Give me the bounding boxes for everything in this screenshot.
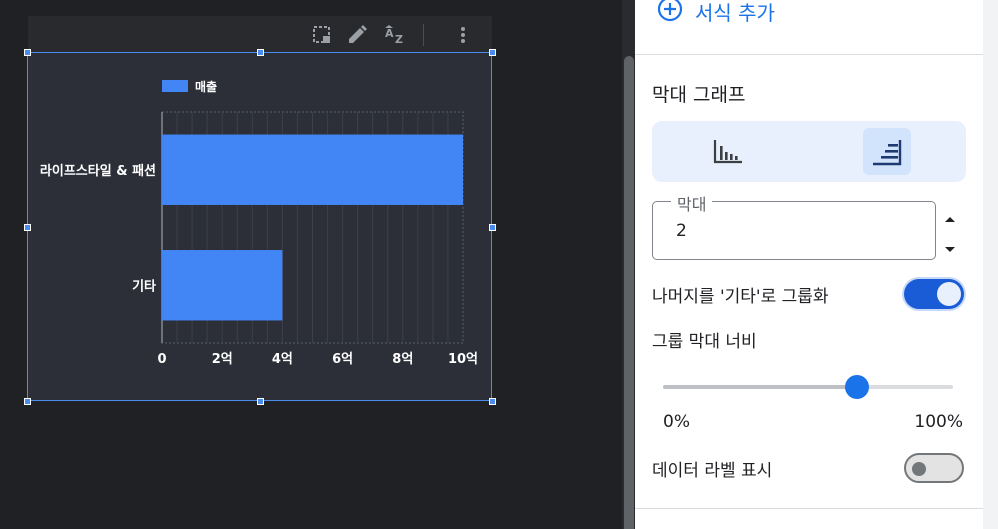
- increment-arrow-icon[interactable]: [943, 209, 957, 222]
- legend-label: 매출: [195, 79, 217, 94]
- section-divider: [635, 54, 983, 55]
- x-tick-label: 8억: [392, 352, 413, 367]
- bar: [162, 250, 283, 321]
- resize-handle-top-right[interactable]: [489, 49, 496, 56]
- bar-chart: 라이프스타일 & 패션기타 0 2억 4억 6억 8억 10억 매출: [40, 79, 478, 367]
- bar: [162, 134, 463, 205]
- category-label: 라이프스타일 & 패션: [40, 163, 156, 179]
- bar-width-slider-fill: [663, 385, 858, 389]
- x-tick-label: 10억: [448, 352, 478, 367]
- report-canvas: A Z 라이프스타일 & 패션 기타 0 2억 4억 6억 8억 10억 매출: [0, 0, 622, 529]
- resize-handle-top[interactable]: [257, 49, 264, 56]
- resize-handle-top-left[interactable]: [24, 49, 31, 56]
- bar-section-title: 막대 그래프: [652, 84, 746, 106]
- section-divider: [635, 508, 983, 509]
- x-tick-label: 2억: [212, 352, 233, 367]
- vertical-bar-icon: [704, 140, 752, 179]
- show-data-labels-toggle[interactable]: [904, 453, 964, 483]
- bars-count-value[interactable]: 2: [676, 221, 687, 241]
- add-circle-icon: [657, 0, 683, 26]
- group-bar-width-label: 그룹 막대 너비: [652, 332, 757, 352]
- bar-width-slider-track[interactable]: [663, 385, 953, 389]
- vertical-bar-button[interactable]: [704, 128, 752, 175]
- decrement-arrow-icon[interactable]: [943, 240, 957, 252]
- add-format-label: 서식 추가: [695, 0, 775, 25]
- panel-scrollbar-thumb[interactable]: [624, 56, 634, 529]
- x-tick-label: 6억: [332, 352, 353, 367]
- category-label: 기타: [132, 278, 156, 294]
- bars-count-label: 막대: [671, 191, 713, 215]
- resize-handle-bottom[interactable]: [257, 398, 264, 405]
- slider-max-label: 100%: [914, 412, 963, 432]
- x-tick-label: 0: [157, 352, 166, 367]
- toggle-knob: [912, 462, 926, 476]
- resize-handle-bottom-right[interactable]: [489, 398, 496, 405]
- group-others-toggle[interactable]: [904, 279, 964, 309]
- horizontal-bar-icon: [863, 140, 911, 179]
- panel-edge: [983, 0, 998, 529]
- legend-swatch: [162, 80, 188, 92]
- bars-count-field[interactable]: 막대 2: [652, 191, 936, 260]
- resize-handle-right[interactable]: [489, 224, 496, 231]
- group-others-label: 나머지를 '기타'로 그룹화: [652, 287, 829, 307]
- slider-min-label: 0%: [663, 412, 690, 432]
- orientation-toggle-group: [652, 121, 966, 182]
- toggle-knob: [937, 282, 961, 306]
- horizontal-bar-button[interactable]: [863, 128, 911, 175]
- resize-handle-bottom-left[interactable]: [24, 398, 31, 405]
- add-format-button[interactable]: 서식 추가: [657, 0, 775, 26]
- bar-width-slider-thumb[interactable]: [845, 375, 870, 399]
- show-data-labels-label: 데이터 라벨 표시: [652, 461, 773, 481]
- resize-handle-left[interactable]: [24, 224, 31, 231]
- properties-panel: 서식 추가 막대 그래프 막대 2 나머지를 '기타'로 그룹화 그룹 막대 너…: [635, 0, 983, 529]
- x-tick-label: 4억: [272, 352, 293, 367]
